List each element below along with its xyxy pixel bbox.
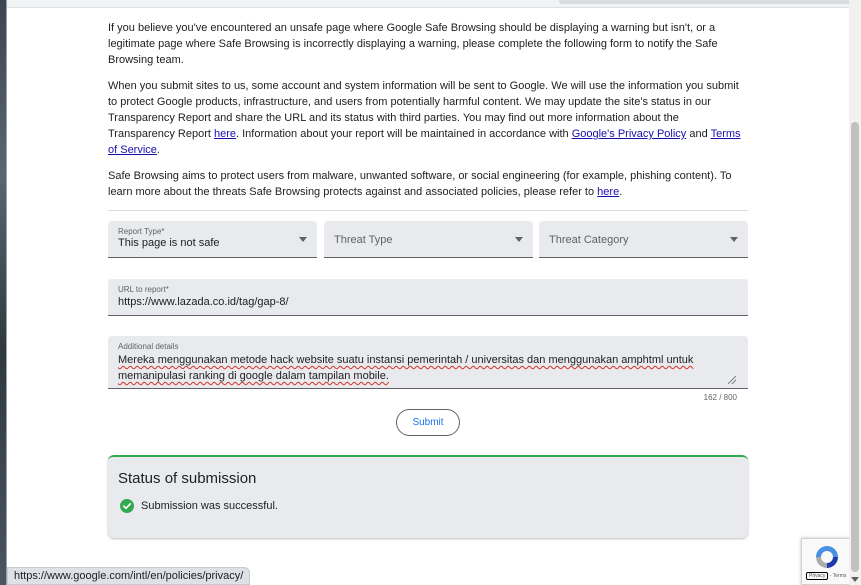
- submit-button[interactable]: Submit: [396, 409, 460, 436]
- header-search-edge: [559, 0, 859, 4]
- status-card: Status of submission Submission was succ…: [108, 455, 748, 538]
- desktop-edge: [0, 0, 7, 585]
- intro-paragraph-1: If you believe you've encountered an uns…: [108, 22, 718, 66]
- status-title: Status of submission: [118, 470, 257, 487]
- intro-text: If you believe you've encountered an uns…: [108, 20, 748, 211]
- threat-category-select[interactable]: Threat Category: [539, 221, 748, 258]
- dropdown-caret-icon: [299, 237, 307, 242]
- character-counter: 162 / 800: [703, 393, 737, 402]
- details-value: Mereka menggunakan metode hack website s…: [118, 354, 694, 382]
- scroll-down-arrow-icon[interactable]: [851, 577, 859, 582]
- status-line: Submission was successful.: [120, 499, 278, 513]
- threats-policy-link[interactable]: here: [597, 186, 619, 198]
- select-row: Report Type* This page is not safe Threa…: [108, 221, 748, 258]
- report-type-label: Report Type*: [118, 227, 165, 236]
- resize-handle-icon[interactable]: [728, 376, 736, 384]
- recaptcha-logo-icon: [816, 546, 838, 568]
- check-circle-icon: [120, 499, 134, 513]
- threat-type-placeholder: Threat Type: [334, 234, 393, 246]
- threat-category-placeholder: Threat Category: [549, 234, 629, 246]
- dropdown-caret-icon: [730, 237, 738, 242]
- link-preview-bubble: https://www.google.com/intl/en/policies/…: [7, 567, 251, 585]
- privacy-policy-link[interactable]: Google's Privacy Policy: [572, 128, 687, 140]
- transparency-report-link[interactable]: here: [214, 128, 236, 140]
- report-type-select[interactable]: Report Type* This page is not safe: [108, 221, 317, 258]
- scrollbar-thumb[interactable]: [851, 122, 859, 572]
- intro-paragraph-3: Safe Browsing aims to protect users from…: [108, 170, 732, 198]
- intro-paragraph-2: When you submit sites to us, some accoun…: [108, 80, 741, 156]
- report-type-value: This page is not safe: [118, 237, 220, 249]
- divider: [108, 210, 748, 211]
- dropdown-caret-icon: [515, 237, 523, 242]
- vertical-scrollbar[interactable]: [849, 0, 861, 585]
- url-field-label: URL to report*: [118, 285, 169, 294]
- additional-details-textarea[interactable]: Additional details Mereka menggunakan me…: [108, 336, 748, 389]
- recaptcha-badge[interactable]: Privacy - Terms: [801, 538, 851, 585]
- details-label: Additional details: [118, 342, 179, 351]
- page-header-edge: [7, 0, 859, 8]
- url-field[interactable]: URL to report* https://www.lazada.co.id/…: [108, 279, 748, 316]
- recaptcha-links: Privacy - Terms: [806, 572, 846, 580]
- url-field-value: https://www.lazada.co.id/tag/gap-8/: [118, 296, 289, 308]
- threat-type-select[interactable]: Threat Type: [324, 221, 533, 258]
- recaptcha-terms-link[interactable]: Terms: [833, 573, 847, 579]
- recaptcha-privacy-link[interactable]: Privacy: [806, 572, 829, 580]
- status-message: Submission was successful.: [141, 500, 278, 512]
